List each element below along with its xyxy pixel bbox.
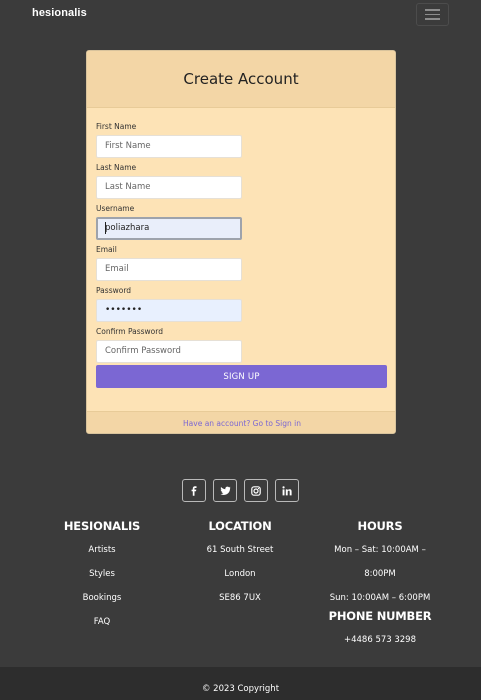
signup-card: Create Account First Name First Name Las… [86, 50, 396, 434]
first-name-field[interactable]: First Name [96, 135, 242, 158]
page-title: Create Account [183, 70, 299, 88]
linkedin-icon [282, 485, 292, 495]
footer-link-artists[interactable]: Artists [32, 542, 172, 566]
confirm-password-label: Confirm Password [96, 327, 163, 336]
social-links [182, 479, 299, 502]
menu-toggle-button[interactable] [416, 3, 449, 26]
hours-line: Mon – Sat: 10:00AM – [334, 545, 426, 555]
linkedin-button[interactable] [275, 479, 299, 502]
footer-link-faq[interactable]: FAQ [32, 614, 172, 638]
instagram-button[interactable] [244, 479, 268, 502]
username-label: Username [96, 204, 135, 213]
footer-location-column: LOCATION 61 South Street London SE86 7UX [170, 518, 310, 614]
twitter-icon [220, 486, 230, 495]
footer-hours-column: HOURS Mon – Sat: 10:00AM – 8:00PM Sun: 1… [310, 518, 450, 656]
footer-hours-heading: HOURS [357, 519, 403, 533]
username-field[interactable]: poliazhara [96, 217, 242, 240]
confirm-password-field[interactable]: Confirm Password [96, 340, 242, 363]
signup-form: First Name First Name Last Name Last Nam… [96, 121, 242, 367]
text-caret [105, 222, 106, 234]
footer-location-heading: LOCATION [208, 519, 272, 533]
card-footer: Have an account? Go to Sign in [87, 411, 395, 433]
twitter-button[interactable] [213, 479, 237, 502]
brand-logo[interactable]: hesionalis [32, 7, 87, 19]
facebook-button[interactable] [182, 479, 206, 502]
instagram-icon [251, 485, 261, 496]
copyright-text: © 2023 Copyright [201, 683, 280, 694]
card-header: Create Account [87, 51, 395, 108]
footer-brand-column: HESIONALIS Artists Styles Bookings FAQ [32, 518, 172, 638]
username-value: poliazhara [105, 223, 150, 233]
password-field[interactable]: ••••••• [96, 299, 242, 322]
footer-phone-heading: PHONE NUMBER [328, 609, 432, 623]
password-label: Password [96, 286, 132, 295]
footer-link-styles[interactable]: Styles [32, 566, 172, 590]
email-field[interactable]: Email [96, 258, 242, 281]
footer-brand-heading: HESIONALIS [63, 519, 141, 533]
first-name-label: First Name [96, 122, 137, 131]
navbar: hesionalis [0, 0, 481, 28]
last-name-label: Last Name [96, 163, 137, 172]
phone-number: +4486 573 3298 [343, 635, 416, 645]
hamburger-icon [425, 9, 440, 11]
hours-line: 8:00PM [364, 569, 396, 579]
address-line: London [224, 569, 256, 579]
facebook-icon [191, 485, 197, 496]
address-line: 61 South Street [206, 545, 274, 555]
copyright-bar: © 2023 Copyright [0, 667, 481, 700]
footer-link-bookings[interactable]: Bookings [32, 590, 172, 614]
email-label: Email [96, 245, 117, 254]
sign-in-link[interactable]: Have an account? Go to Sign in [183, 419, 301, 428]
address-line: SE86 7UX [219, 593, 261, 603]
last-name-field[interactable]: Last Name [96, 176, 242, 199]
sign-up-button[interactable]: SIGN UP [96, 365, 387, 388]
